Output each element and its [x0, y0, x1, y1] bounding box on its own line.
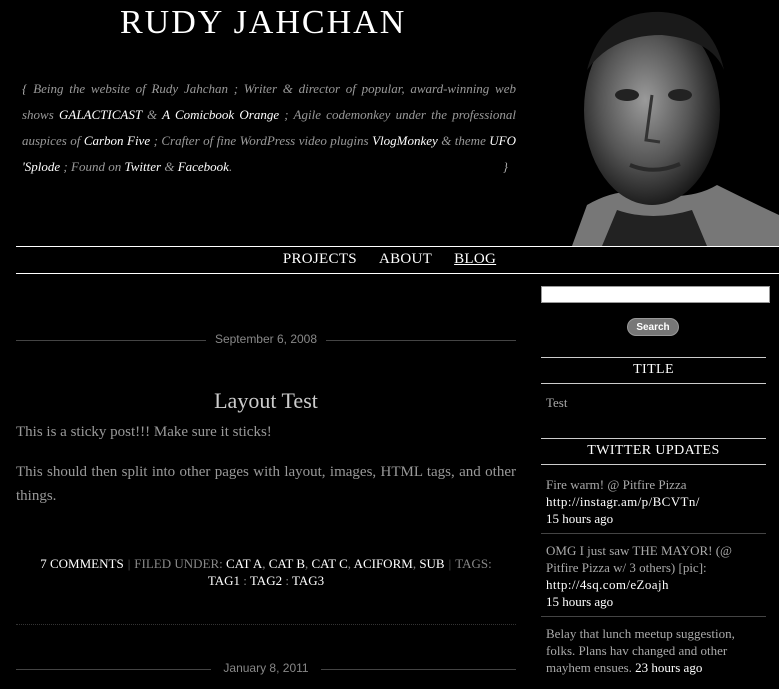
tagline-text: & theme [437, 133, 490, 148]
twitter-widget-heading: TWITTER UPDATES [587, 443, 720, 458]
author-portrait [542, 0, 779, 246]
comments-link[interactable]: 7 COMMENTS [40, 556, 123, 571]
widget-divider [541, 438, 766, 439]
tagline-close-brace: } [502, 159, 508, 174]
category-link[interactable]: CAT A [226, 556, 262, 571]
tagline-text: . [228, 159, 233, 174]
nav-projects-link[interactable]: PROJECTS [283, 251, 357, 268]
post-body: This is a sticky post!!! Make sure it st… [16, 420, 516, 524]
meta-divider: | [448, 556, 452, 571]
nav-top-divider [16, 246, 779, 247]
tags-label: TAGS: [455, 556, 492, 571]
tweet-link[interactable]: http://instagr.am/p/BCVTn/ [546, 494, 700, 509]
carbon-five-link[interactable]: Carbon Five [84, 133, 150, 148]
meta-divider: | [127, 556, 131, 571]
category-link[interactable]: CAT C [312, 556, 348, 571]
widget-divider [541, 464, 766, 465]
tweet-text: Fire warm! @ Pitfire Pizza [546, 477, 687, 492]
tweet-timestamp[interactable]: 15 hours ago [546, 594, 613, 609]
nav-blog-link[interactable]: BLOG [454, 251, 496, 268]
comicbook-orange-link[interactable]: A Comicbook Orange [162, 107, 279, 122]
tagline-text: & [161, 159, 178, 174]
tweet-link[interactable]: http://4sq.com/eZoajh [546, 577, 669, 592]
galacticast-link[interactable]: GALACTICAST [59, 107, 142, 122]
post-title[interactable]: Layout Test [16, 388, 516, 414]
category-link[interactable]: ACIFORM [354, 556, 413, 571]
post-paragraph: This is a sticky post!!! Make sure it st… [16, 424, 272, 440]
vlogmonkey-link[interactable]: VlogMonkey [372, 133, 438, 148]
nav-bottom-divider [16, 273, 779, 274]
tag-link[interactable]: TAG2 [250, 573, 282, 588]
tweet-divider [541, 616, 766, 617]
tweet-item: OMG I just saw THE MAYOR! (@ Pitfire Piz… [546, 542, 761, 610]
category-link[interactable]: SUB [419, 556, 444, 571]
tweet-item: Belay that lunch meetup suggestion, folk… [546, 625, 761, 676]
tweet-timestamp[interactable]: 15 hours ago [546, 511, 613, 526]
post-meta: 7 COMMENTS | FILED UNDER: CAT A, CAT B, CA… [40, 556, 492, 588]
facebook-link[interactable]: Facebook [178, 159, 229, 174]
main-nav: PROJECTS ABOUT BLOG [0, 250, 779, 270]
category-link[interactable]: CAT B [269, 556, 305, 571]
title-widget-text: Test [546, 395, 568, 410]
search-button[interactable]: Search [627, 318, 679, 336]
post-end-divider [16, 624, 516, 626]
date-rule-right [321, 669, 516, 670]
widget-divider [541, 357, 766, 358]
tagline-text: & [141, 107, 163, 122]
tag-link[interactable]: TAG1 [208, 573, 240, 588]
site-title[interactable]: RUDY JAHCHAN [120, 4, 406, 42]
post-date-separator: September 6, 2008 [16, 332, 516, 348]
tweet-divider [541, 533, 766, 534]
tweet-timestamp[interactable]: 23 hours ago [635, 660, 702, 675]
widget-divider [541, 383, 766, 384]
title-widget-heading: TITLE [633, 362, 674, 377]
tagline-text: ; Crafter of fine WordPress video plugin… [150, 133, 373, 148]
site-tagline: {Being the website of Rudy Jahchan ; Wri… [22, 76, 516, 180]
tweet-text: OMG I just saw THE MAYOR! (@ Pitfire Piz… [546, 543, 733, 575]
post-paragraph: This should then split into other pages … [16, 464, 516, 504]
tweet-item: Fire warm! @ Pitfire Pizza http://instag… [546, 476, 761, 527]
twitter-link[interactable]: Twitter [124, 159, 161, 174]
post-date: January 8, 2011 [223, 661, 309, 675]
post-date: September 6, 2008 [214, 332, 318, 346]
filed-under-label: FILED UNDER: [134, 556, 223, 571]
tagline-text: ; Found on [60, 159, 125, 174]
tag-link[interactable]: TAG3 [292, 573, 324, 588]
date-rule-right [326, 340, 516, 341]
search-input[interactable] [541, 286, 770, 303]
post-date-separator: January 8, 2011 [16, 661, 516, 677]
nav-about-link[interactable]: ABOUT [379, 251, 432, 268]
tagline-open-brace: { [22, 81, 28, 96]
